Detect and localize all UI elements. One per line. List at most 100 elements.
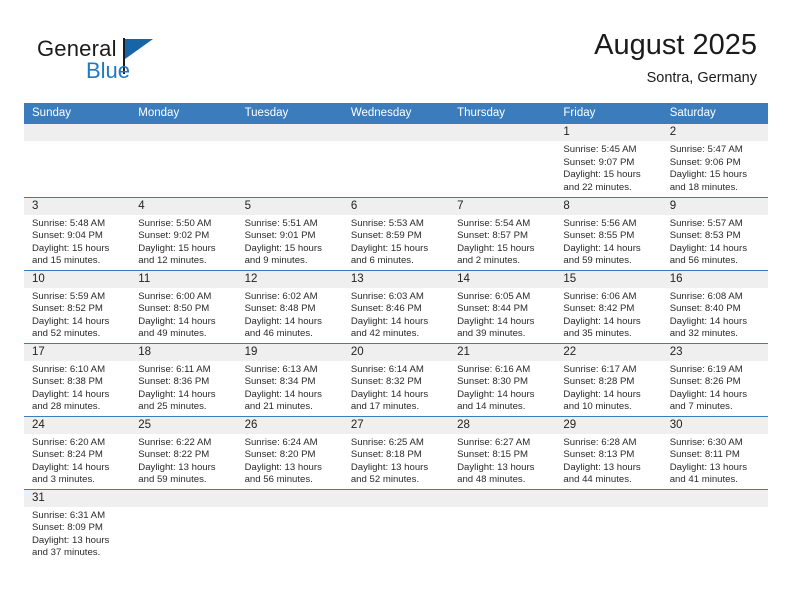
day-daylight-line2-text: and 21 minutes. [244, 401, 313, 413]
day-sun-info: Sunrise: 5:51 AM Sunset: 9:01 PM Daylight:… [237, 215, 343, 268]
calendar-day-cell[interactable]: 25 Sunrise: 6:22 AM Sunset: 8:22 PM Dayligh… [130, 415, 237, 489]
calendar-day-cell[interactable]: 31 Sunrise: 6:31 AM Sunset: 8:09 PM Dayligh… [24, 488, 131, 562]
day-sun-info: Sunrise: 5:48 AM Sunset: 9:04 PM Daylight:… [24, 215, 130, 268]
calendar-day-cell[interactable]: 18 Sunrise: 6:11 AM Sunset: 8:36 PM Dayligh… [130, 342, 237, 416]
day-number: 17 [24, 343, 131, 361]
general-blue-logo[interactable]: General Blue [37, 36, 217, 88]
calendar-day-cell[interactable]: 27 Sunrise: 6:25 AM Sunset: 8:18 PM Dayligh… [342, 415, 450, 489]
day-daylight-line1-text: Daylight: 13 hours [244, 461, 322, 473]
calendar-day-cell[interactable]: 16 Sunrise: 6:08 AM Sunset: 8:40 PM Dayligh… [661, 269, 768, 343]
calendar-day-cell[interactable]: 23 Sunrise: 6:19 AM Sunset: 8:26 PM Dayligh… [661, 342, 768, 416]
day-daylight-line2-text: and 52 minutes. [32, 328, 101, 340]
day-sun-info: Sunrise: 5:57 AM Sunset: 8:53 PM Daylight:… [662, 215, 768, 268]
day-number: 4 [130, 197, 237, 215]
day-daylight-line1-text: Daylight: 13 hours [32, 534, 110, 546]
day-daylight-line1-text: Daylight: 14 hours [32, 315, 110, 327]
day-sunrise-text: Sunrise: 6:11 AM [138, 363, 211, 375]
calendar-day-cell[interactable]: 12 Sunrise: 6:02 AM Sunset: 8:48 PM Dayligh… [236, 269, 343, 343]
day-daylight-line1-text: Daylight: 14 hours [669, 242, 748, 254]
day-sunset-text: Sunset: 8:42 PM [563, 303, 635, 315]
day-daylight-line1-text: Daylight: 14 hours [244, 388, 322, 400]
day-number: 14 [449, 270, 556, 288]
calendar-day-cell[interactable]: 30 Sunrise: 6:30 AM Sunset: 8:11 PM Dayligh… [661, 415, 768, 489]
calendar-day-cell[interactable]: 10 Sunrise: 5:59 AM Sunset: 8:52 PM Dayligh… [24, 269, 131, 343]
day-number: 29 [555, 416, 662, 434]
calendar-day-cell[interactable]: 3 Sunrise: 5:48 AM Sunset: 9:04 PM Daylight… [24, 196, 131, 270]
calendar-day-cell-empty [342, 124, 450, 197]
title-block: August 2025 Sontra, Germany [594, 28, 757, 88]
calendar-day-cell[interactable]: 1 Sunrise: 5:45 AM Sunset: 9:07 PM Daylight… [555, 124, 662, 197]
calendar-day-cell[interactable]: 4 Sunrise: 5:50 AM Sunset: 9:02 PM Daylight… [130, 196, 237, 270]
day-daylight-line2-text: and 28 minutes. [32, 401, 101, 413]
day-daylight-line1-text: Daylight: 14 hours [669, 315, 748, 327]
calendar-day-cell[interactable]: 11 Sunrise: 6:00 AM Sunset: 8:50 PM Dayligh… [130, 269, 237, 343]
calendar-day-cell[interactable]: 15 Sunrise: 6:06 AM Sunset: 8:42 PM Dayligh… [555, 269, 662, 343]
day-daylight-line1-text: Daylight: 14 hours [457, 388, 535, 400]
day-sunrise-text: Sunrise: 5:50 AM [138, 217, 212, 229]
day-sunset-text: Sunset: 8:55 PM [563, 230, 635, 242]
calendar-day-cell[interactable]: 5 Sunrise: 5:51 AM Sunset: 9:01 PM Daylight… [236, 196, 343, 270]
calendar-header-row: Sunday Monday Tuesday Wednesday Thursday… [24, 103, 768, 124]
calendar-day-cell[interactable]: 22 Sunrise: 6:17 AM Sunset: 8:28 PM Dayligh… [555, 342, 662, 416]
day-number: 1 [555, 124, 662, 141]
day-sunset-text: Sunset: 8:09 PM [32, 522, 103, 534]
calendar-day-cell[interactable]: 28 Sunrise: 6:27 AM Sunset: 8:15 PM Dayligh… [449, 415, 556, 489]
day-sun-info: Sunrise: 6:08 AM Sunset: 8:40 PM Daylight:… [662, 288, 768, 341]
day-daylight-line2-text: and 48 minutes. [457, 474, 526, 486]
day-sunset-text: Sunset: 8:34 PM [244, 376, 316, 388]
day-sunset-text: Sunset: 8:32 PM [350, 376, 422, 388]
calendar-week-row: 17 Sunrise: 6:10 AM Sunset: 8:38 PM Dayligh… [24, 342, 768, 416]
day-number: 22 [555, 343, 662, 361]
calendar-day-cell[interactable]: 14 Sunrise: 6:05 AM Sunset: 8:44 PM Dayligh… [449, 269, 556, 343]
day-daylight-line2-text: and 56 minutes. [244, 474, 313, 486]
calendar-body: 1 Sunrise: 5:45 AM Sunset: 9:07 PM Daylight… [24, 124, 768, 562]
day-daylight-line2-text: and 6 minutes. [350, 255, 414, 267]
page-title: August 2025 [594, 29, 757, 61]
day-sunrise-text: Sunrise: 6:20 AM [32, 436, 106, 448]
day-sun-info: Sunrise: 6:00 AM Sunset: 8:50 PM Daylight:… [130, 288, 236, 341]
day-daylight-line1-text: Daylight: 13 hours [457, 461, 535, 473]
day-sunrise-text: Sunrise: 5:53 AM [350, 217, 424, 229]
day-sunset-text: Sunset: 8:15 PM [457, 449, 529, 461]
day-number: 31 [24, 489, 131, 507]
day-daylight-line2-text: and 39 minutes. [457, 328, 526, 340]
day-number: 13 [342, 270, 450, 288]
day-daylight-line1-text: Daylight: 14 hours [244, 315, 322, 327]
day-daylight-line2-text: and 9 minutes. [244, 255, 308, 267]
calendar-day-cell[interactable]: 21 Sunrise: 6:16 AM Sunset: 8:30 PM Dayligh… [449, 342, 556, 416]
day-sun-info: Sunrise: 6:17 AM Sunset: 8:28 PM Daylight:… [555, 361, 661, 414]
day-number: 23 [661, 343, 768, 361]
day-daylight-line2-text: and 35 minutes. [563, 328, 632, 340]
calendar-day-cell[interactable]: 24 Sunrise: 6:20 AM Sunset: 8:24 PM Dayligh… [24, 415, 131, 489]
calendar-day-cell[interactable]: 19 Sunrise: 6:13 AM Sunset: 8:34 PM Dayligh… [236, 342, 343, 416]
weekday-header-friday: Friday [555, 103, 662, 124]
day-daylight-line1-text: Daylight: 13 hours [669, 461, 748, 473]
calendar-day-cell[interactable]: 6 Sunrise: 5:53 AM Sunset: 8:59 PM Daylight… [342, 196, 450, 270]
calendar-day-cell[interactable]: 20 Sunrise: 6:14 AM Sunset: 8:32 PM Dayligh… [342, 342, 450, 416]
day-daylight-line2-text: and 22 minutes. [563, 181, 632, 193]
day-daylight-line1-text: Daylight: 14 hours [457, 315, 535, 327]
calendar-day-cell[interactable]: 13 Sunrise: 6:03 AM Sunset: 8:46 PM Dayligh… [342, 269, 450, 343]
calendar-day-cell[interactable]: 17 Sunrise: 6:10 AM Sunset: 8:38 PM Dayligh… [24, 342, 131, 416]
day-sunset-text: Sunset: 8:53 PM [669, 230, 741, 242]
day-number [130, 124, 237, 141]
calendar-day-cell-empty [342, 488, 450, 562]
calendar-day-cell[interactable]: 8 Sunrise: 5:56 AM Sunset: 8:55 PM Daylight… [555, 196, 662, 270]
day-sunset-text: Sunset: 8:52 PM [32, 303, 103, 315]
day-number [24, 124, 131, 141]
day-number: 12 [236, 270, 343, 288]
calendar-day-cell[interactable]: 26 Sunrise: 6:24 AM Sunset: 8:20 PM Dayligh… [236, 415, 343, 489]
day-sunset-text: Sunset: 8:36 PM [138, 376, 210, 388]
day-sunset-text: Sunset: 8:30 PM [457, 376, 529, 388]
day-sun-info: Sunrise: 6:22 AM Sunset: 8:22 PM Daylight:… [130, 434, 236, 487]
calendar-day-cell[interactable]: 29 Sunrise: 6:28 AM Sunset: 8:13 PM Dayligh… [555, 415, 662, 489]
day-daylight-line2-text: and 44 minutes. [563, 474, 632, 486]
day-sun-info: Sunrise: 6:05 AM Sunset: 8:44 PM Daylight:… [449, 288, 555, 341]
day-daylight-line1-text: Daylight: 15 hours [138, 242, 216, 254]
day-daylight-line1-text: Daylight: 14 hours [563, 242, 641, 254]
calendar-day-cell[interactable]: 2 Sunrise: 5:47 AM Sunset: 9:06 PM Daylight… [661, 124, 768, 197]
weekday-header-monday: Monday [130, 103, 237, 124]
calendar-day-cell[interactable]: 9 Sunrise: 5:57 AM Sunset: 8:53 PM Daylight… [661, 196, 768, 270]
day-sun-info: Sunrise: 5:59 AM Sunset: 8:52 PM Daylight:… [24, 288, 130, 341]
calendar-day-cell[interactable]: 7 Sunrise: 5:54 AM Sunset: 8:57 PM Daylight… [449, 196, 556, 270]
